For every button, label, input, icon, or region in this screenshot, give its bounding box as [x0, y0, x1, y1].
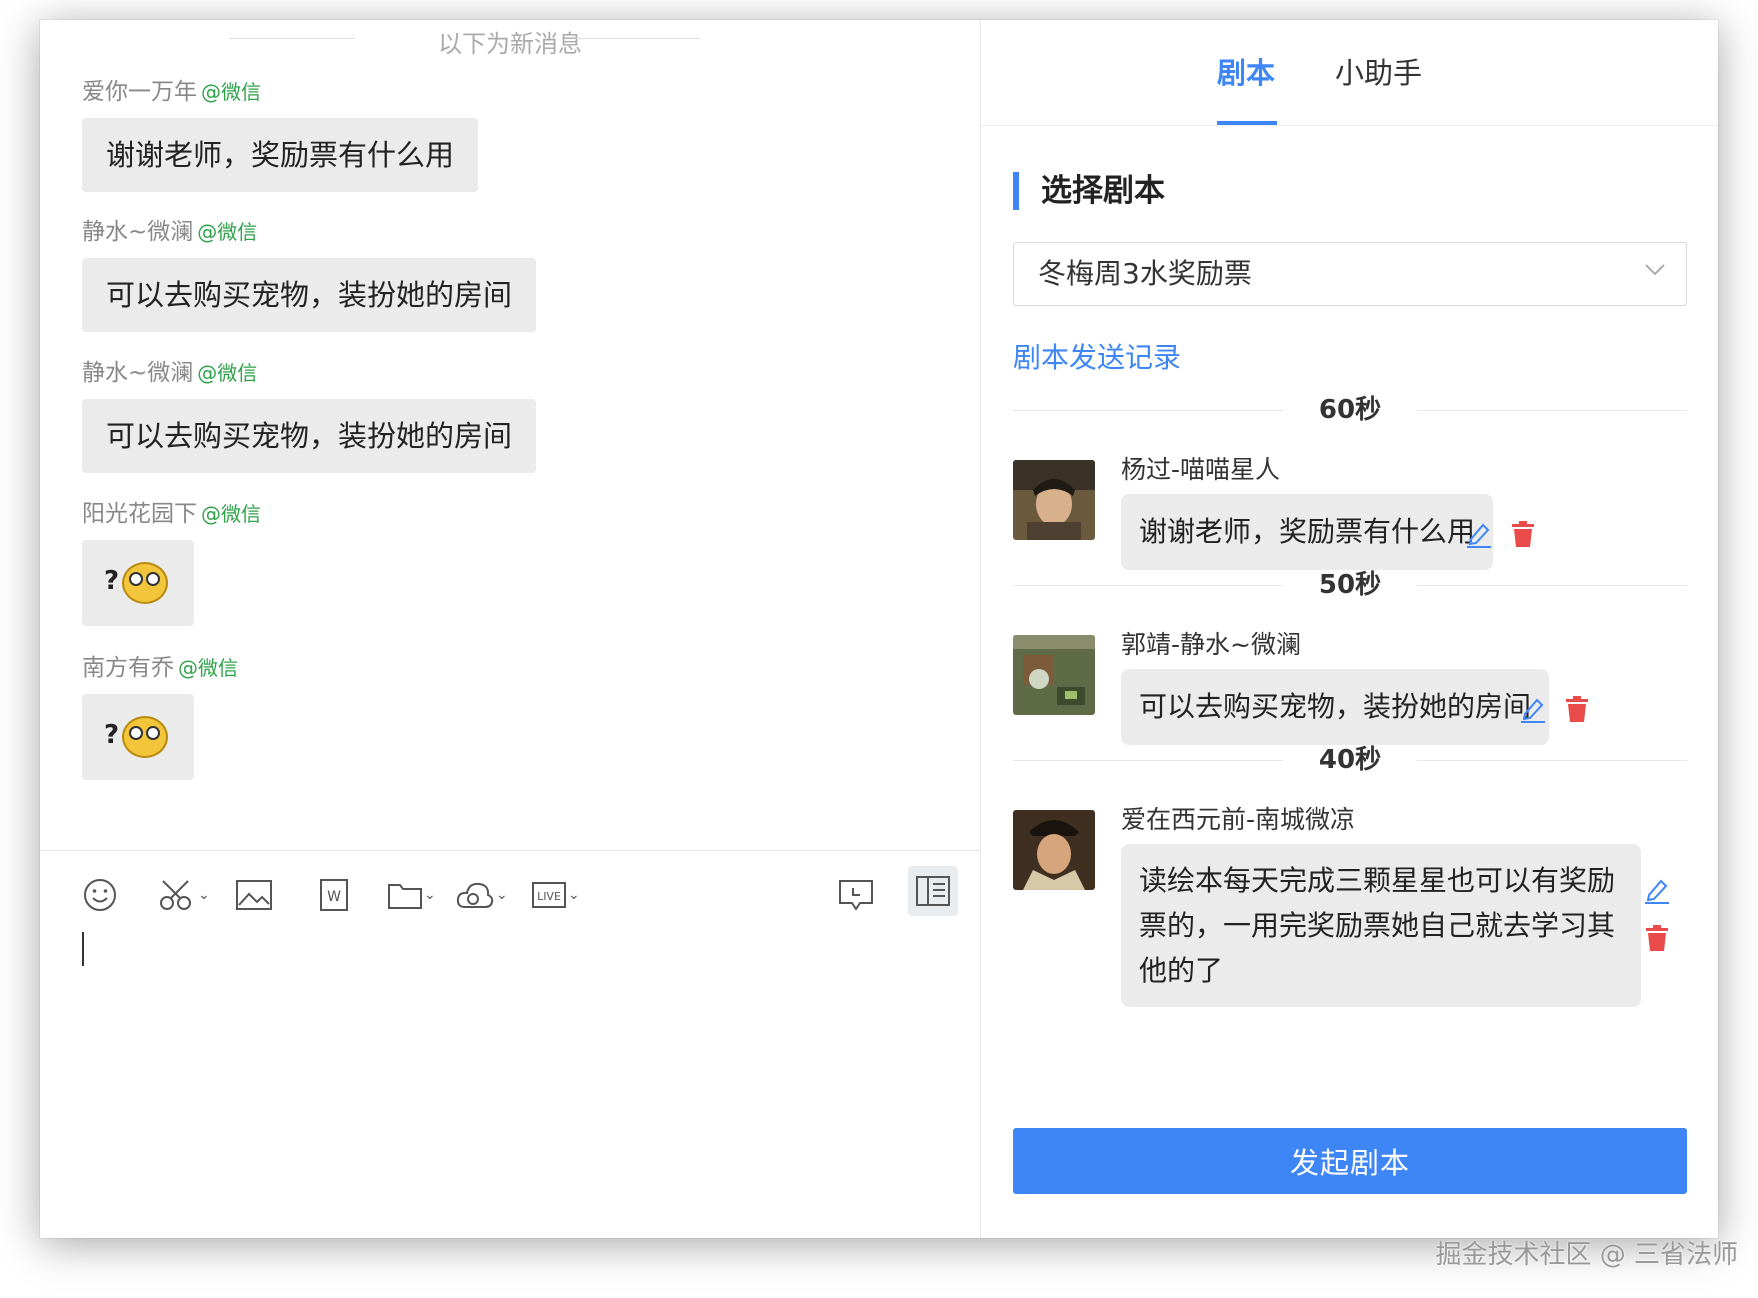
- sender-source: @微信: [178, 656, 238, 680]
- message-sender: 爱你一万年 @微信: [82, 76, 478, 108]
- image-icon[interactable]: [236, 870, 272, 920]
- start-script-button[interactable]: 发起剧本: [1013, 1128, 1687, 1194]
- script-speaker-name: 爱在西元前-南城微凉: [1121, 805, 1356, 834]
- active-tab-indicator: [1217, 121, 1277, 125]
- new-messages-divider: 以下为新消息: [40, 20, 980, 60]
- edit-icon[interactable]: [1643, 876, 1671, 904]
- divider-text: 以下为新消息: [438, 30, 582, 58]
- chat-panel: 以下为新消息 爱你一万年 @微信 谢谢老师，奖励票有什么用 静水~微澜 @微信 可以…: [40, 20, 981, 1238]
- delay-divider: 50秒: [1013, 565, 1687, 605]
- cloud-icon[interactable]: ⌄: [456, 870, 508, 920]
- message-bubble[interactable]: 可以去购买宠物，装扮她的房间: [82, 399, 537, 473]
- message-sender: 静水~微澜 @微信: [82, 357, 536, 389]
- tab-assistant[interactable]: 小助手: [1335, 50, 1422, 92]
- script-message-bubble: 谢谢老师，奖励票有什么用: [1121, 494, 1494, 570]
- script-panel: 剧本 小助手 选择剧本 冬梅周3水奖励票 剧本发送记录 60秒 杨过-喵喵星人 …: [981, 20, 1718, 1238]
- script-speaker-name: 郭靖-静水~微澜: [1121, 630, 1301, 659]
- send-record-link[interactable]: 剧本发送记录: [1013, 336, 1181, 376]
- word-doc-icon[interactable]: W: [320, 870, 348, 920]
- sender-name: 南方有乔: [82, 655, 174, 681]
- tab-script[interactable]: 剧本: [1217, 50, 1275, 92]
- script-message-bubble: 读绘本每天完成三颗星星也可以有奖励票的，一用完奖励票她自己就去学习其他的了: [1121, 844, 1641, 1007]
- folder-icon[interactable]: ⌄: [388, 870, 436, 920]
- sticker-question-mark: ?: [104, 566, 120, 596]
- comment-icon[interactable]: [838, 870, 874, 920]
- app-window: 以下为新消息 爱你一万年 @微信 谢谢老师，奖励票有什么用 静水~微澜 @微信 可以…: [40, 20, 1718, 1238]
- chevron-down-icon: ⌄: [198, 887, 210, 903]
- delay-line: [1417, 585, 1687, 586]
- sender-name: 静水~微澜: [82, 219, 194, 245]
- sender-name: 静水~微澜: [82, 360, 194, 386]
- sender-source: @微信: [201, 80, 261, 104]
- edit-icon[interactable]: [1519, 695, 1547, 723]
- word-doc-label: W: [327, 889, 341, 905]
- delete-icon[interactable]: [1645, 924, 1669, 952]
- chevron-down-icon: ⌄: [496, 887, 508, 903]
- panel-tabs: 剧本 小助手: [981, 20, 1718, 126]
- message-bubble[interactable]: 谢谢老师，奖励票有什么用: [82, 118, 479, 192]
- chevron-down-icon: [1645, 264, 1665, 276]
- sidebar-toggle-icon[interactable]: [908, 866, 958, 916]
- delay-line: [1417, 410, 1687, 411]
- watermark-text: 掘金技术社区 @ 三省法师: [1435, 1240, 1738, 1270]
- avatar: [1013, 635, 1095, 715]
- chat-message: 静水~微澜 @微信 可以去购买宠物，装扮她的房间: [82, 357, 537, 473]
- chat-message: 阳光花园下 @微信 ?: [82, 498, 261, 626]
- sticker-bubble[interactable]: ?: [82, 694, 194, 780]
- script-select-value: 冬梅周3水奖励票: [1038, 257, 1252, 290]
- avatar: [1013, 460, 1095, 540]
- chevron-down-icon: ⌄: [424, 887, 436, 903]
- sticker-bubble[interactable]: ?: [82, 540, 194, 626]
- delete-icon[interactable]: [1565, 695, 1589, 723]
- avatar: [1013, 810, 1095, 890]
- chevron-down-icon: ⌄: [568, 887, 580, 903]
- chat-message: 爱你一万年 @微信 谢谢老师，奖励票有什么用: [82, 76, 479, 192]
- chat-message: 南方有乔 @微信 ?: [82, 652, 238, 780]
- message-sender: 静水~微澜 @微信: [82, 216, 536, 248]
- sticker-question-mark: ?: [104, 720, 120, 750]
- sender-name: 爱你一万年: [82, 79, 197, 105]
- emoji-icon[interactable]: [82, 870, 118, 920]
- delete-icon[interactable]: [1511, 520, 1535, 548]
- message-bubble[interactable]: 可以去购买宠物，装扮她的房间: [82, 258, 537, 332]
- sender-source: @微信: [201, 502, 261, 526]
- edit-icon[interactable]: [1465, 520, 1493, 548]
- delay-divider: 40秒: [1013, 740, 1687, 780]
- chat-message: 静水~微澜 @微信 可以去购买宠物，装扮她的房间: [82, 216, 537, 332]
- text-cursor[interactable]: [82, 932, 84, 966]
- confused-face-sticker-icon: [122, 716, 168, 758]
- sender-source: @微信: [197, 361, 258, 385]
- confused-face-sticker-icon: [122, 562, 168, 604]
- live-label: LIVE: [537, 890, 561, 903]
- script-speaker-name: 杨过-喵喵星人: [1121, 455, 1281, 484]
- message-sender: 阳光花园下 @微信: [82, 498, 261, 530]
- composer-divider: [40, 850, 980, 851]
- live-icon[interactable]: LIVE ⌄: [532, 870, 580, 920]
- script-select[interactable]: 冬梅周3水奖励票: [1013, 242, 1687, 306]
- script-message-bubble: 可以去购买宠物，装扮她的房间: [1121, 669, 1550, 745]
- message-sender: 南方有乔 @微信: [82, 652, 238, 684]
- delay-line: [1417, 760, 1687, 761]
- sender-source: @微信: [197, 220, 258, 244]
- divider-line-right: [575, 38, 700, 39]
- delay-divider: 60秒: [1013, 390, 1687, 430]
- section-title: 选择剧本: [1013, 172, 1165, 210]
- sender-name: 阳光花园下: [82, 501, 197, 527]
- scissors-icon[interactable]: ⌄: [158, 870, 210, 920]
